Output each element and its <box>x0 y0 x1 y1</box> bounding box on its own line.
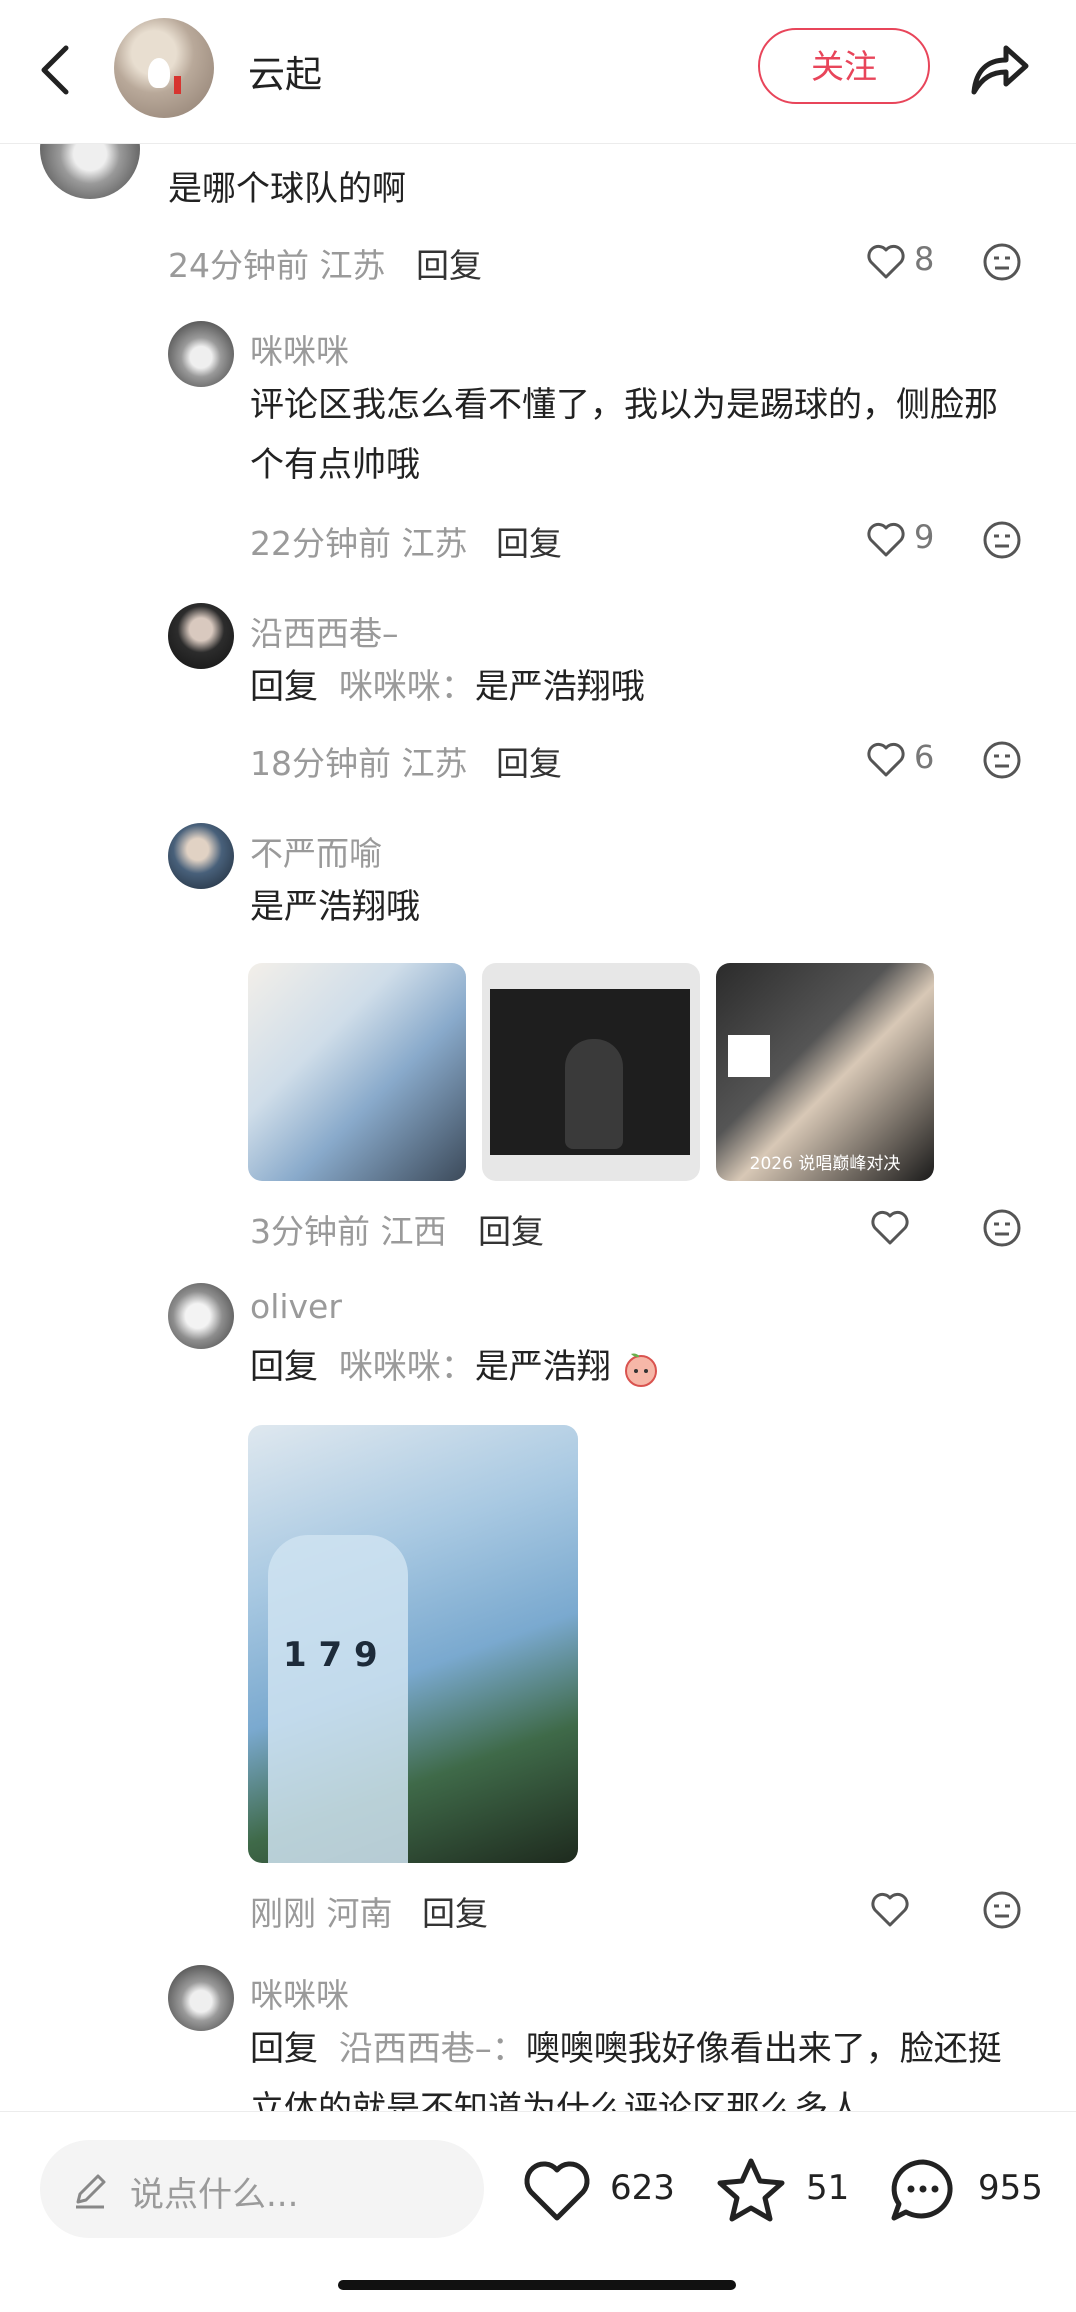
image-caption: 2026 说唱巅峰对决 <box>749 1154 901 1174</box>
heart-icon[interactable] <box>870 1891 910 1929</box>
reply-button[interactable]: 回复 <box>478 1205 544 1253</box>
avatar-flag <box>174 76 181 94</box>
comment-count: 955 <box>978 2168 1043 2208</box>
emoji-face-icon[interactable] <box>982 1208 1022 1248</box>
comment-time-location: 18分钟前 江苏 <box>250 744 468 783</box>
reply-button[interactable]: 回复 <box>422 1887 488 1935</box>
pencil-icon <box>76 2174 106 2209</box>
comment-bubble-icon[interactable] <box>888 2156 958 2222</box>
author-name[interactable]: 云起 <box>248 44 322 98</box>
avatar-bird <box>148 58 170 88</box>
comment-text: 是哪个球队的啊 <box>168 169 406 209</box>
comment-username[interactable]: oliver <box>250 1287 342 1326</box>
image-frame <box>490 989 690 1155</box>
comment-time-location: 3分钟前 江西 <box>250 1212 447 1251</box>
back-icon[interactable] <box>36 42 76 98</box>
reply-to-user[interactable]: 咪咪咪： <box>339 667 475 707</box>
like-count: 6 <box>914 738 935 776</box>
reply-button[interactable]: 回复 <box>496 737 562 785</box>
comment-text: 是严浩翔哦 <box>250 887 420 927</box>
avatar[interactable] <box>168 1283 234 1349</box>
reply-body: 是严浩翔哦 <box>474 667 645 707</box>
comment-text: 回复 咪咪咪：是严浩翔 <box>250 1337 660 1397</box>
share-icon[interactable] <box>966 34 1032 100</box>
comment-username[interactable]: 咪咪咪 <box>250 1969 349 2017</box>
follow-button[interactable]: 关注 <box>758 28 930 104</box>
comment-time-location: 24分钟前 江苏 <box>168 246 386 285</box>
reply-prefix: 回复 <box>250 667 318 707</box>
reply-to-user[interactable]: 咪咪咪： <box>339 1347 475 1387</box>
image-figure <box>268 1535 408 1863</box>
heart-icon[interactable] <box>870 1209 910 1247</box>
reply-button[interactable]: 回复 <box>496 517 562 565</box>
comment-text: 回复 咪咪咪：是严浩翔哦 <box>250 657 645 717</box>
like-count: 8 <box>914 240 935 278</box>
heart-icon[interactable] <box>866 521 906 559</box>
comment-text: 评论区我怎么看不懂了，我以为是踢球的，侧脸那个有点帅哦 <box>250 385 998 485</box>
image-jersey-number: 1 7 9 <box>283 1635 378 1675</box>
like-count: 623 <box>610 2168 675 2208</box>
emoji-face-icon[interactable] <box>982 740 1022 780</box>
reply-body: 是严浩翔 <box>474 1347 611 1387</box>
avatar[interactable] <box>168 1965 234 2031</box>
star-icon[interactable] <box>716 2156 786 2222</box>
comment-text: 回复 沿西西巷–：噢噢噢我好像看出来了，脸还挺立体的就是不知道为什么评论区那么多… <box>250 2019 1030 2111</box>
heart-icon[interactable] <box>866 741 906 779</box>
like-count: 9 <box>914 518 935 556</box>
bottom-action-bar: 说点什么... 623 51 955 <box>0 2111 1076 2312</box>
comment-image[interactable] <box>248 963 466 1181</box>
comment-time-location: 22分钟前 江苏 <box>250 524 468 563</box>
avatar[interactable] <box>168 823 234 889</box>
comment-image[interactable] <box>482 963 700 1181</box>
comment-input[interactable]: 说点什么... <box>40 2140 484 2238</box>
author-avatar[interactable] <box>114 18 214 118</box>
comment-time-location: 刚刚 河南 <box>250 1894 393 1933</box>
reply-to-user[interactable]: 沿西西巷–： <box>339 2029 526 2069</box>
image-figure <box>565 1039 623 1149</box>
qr-code <box>728 1035 770 1077</box>
comment-username[interactable]: 沿西西巷– <box>250 607 399 655</box>
reply-prefix: 回复 <box>250 1347 318 1387</box>
comment-image[interactable]: 1 7 9 <box>248 1425 578 1863</box>
comment-input-placeholder: 说点什么... <box>130 2175 299 2215</box>
comment-username[interactable]: 咪咪咪 <box>250 325 349 373</box>
emoji-face-icon[interactable] <box>982 242 1022 282</box>
heart-icon[interactable] <box>522 2158 592 2224</box>
reply-button[interactable]: 回复 <box>416 239 482 287</box>
emoji-face-icon[interactable] <box>982 1890 1022 1930</box>
reply-prefix: 回复 <box>250 2029 318 2069</box>
top-header: 云起 关注 <box>0 0 1076 144</box>
home-indicator[interactable] <box>338 2280 736 2290</box>
comment-username[interactable]: 不严而喻 <box>250 827 382 875</box>
avatar[interactable] <box>168 321 234 387</box>
heart-icon[interactable] <box>866 243 906 281</box>
emoji-face-icon[interactable] <box>982 520 1022 560</box>
avatar[interactable] <box>40 143 140 199</box>
collect-count: 51 <box>806 2168 850 2208</box>
comment-feed[interactable]: 是哪个球队的啊 24分钟前 江苏 回复 8 咪咪咪 评论区我怎么看不懂了，我以为… <box>0 143 1076 2111</box>
comment-image[interactable]: 2026 说唱巅峰对决 <box>716 963 934 1181</box>
avatar[interactable] <box>168 603 234 669</box>
peach-sticker-icon <box>624 1353 657 1387</box>
